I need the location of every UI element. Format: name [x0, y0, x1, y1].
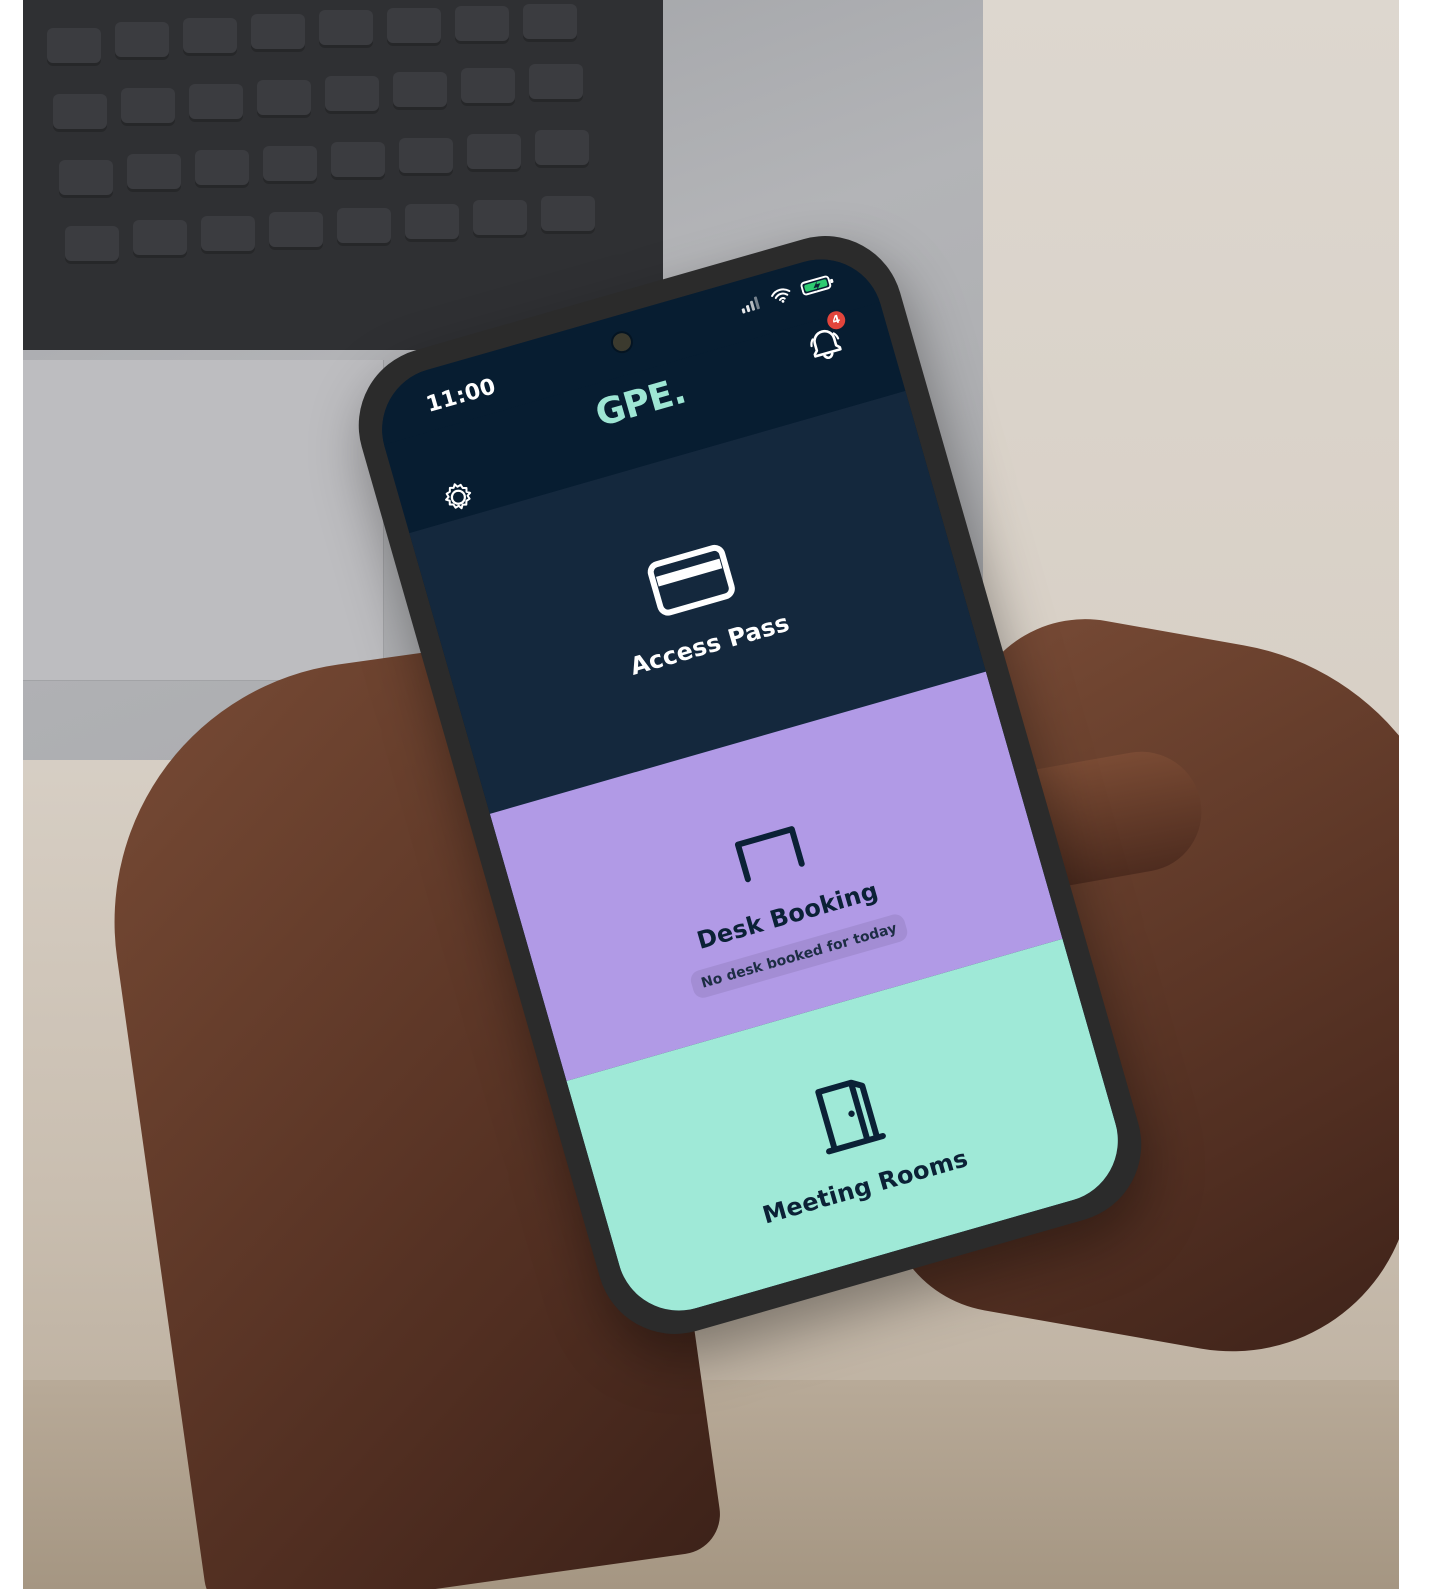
keyboard-key — [251, 14, 305, 52]
keyboard-key — [387, 8, 441, 46]
keyboard-key — [393, 72, 447, 110]
status-icons — [738, 273, 837, 315]
logo-text: GPE — [591, 374, 678, 436]
keyboard-key — [195, 150, 249, 188]
keyboard-key — [325, 76, 379, 114]
keyboard-key — [201, 216, 255, 254]
settings-button[interactable] — [437, 476, 479, 518]
keyboard-key — [127, 154, 181, 192]
keyboard-key — [541, 196, 595, 234]
keyboard-key — [399, 138, 453, 176]
laptop-keyboard — [23, 0, 663, 350]
keyboard-key — [183, 18, 237, 56]
wifi-icon — [768, 285, 794, 306]
keyboard-key — [263, 146, 317, 184]
keyboard-key — [189, 84, 243, 122]
keyboard-key — [319, 10, 373, 48]
keyboard-key — [47, 28, 101, 66]
laptop-trackpad — [23, 360, 384, 681]
status-time: 11:00 — [423, 374, 499, 418]
keyboard-key — [337, 208, 391, 246]
keyboard-key — [115, 22, 169, 60]
keyboard-key — [257, 80, 311, 118]
keyboard-key — [523, 4, 577, 42]
keyboard-key — [455, 6, 509, 44]
front-camera — [610, 331, 634, 354]
keyboard-key — [59, 160, 113, 198]
battery-icon — [799, 273, 836, 298]
keyboard-key — [467, 134, 521, 172]
keyboard-key — [535, 130, 589, 168]
keyboard-key — [133, 220, 187, 258]
keyboard-key — [331, 142, 385, 180]
keyboard-key — [461, 68, 515, 106]
keyboard-key — [473, 200, 527, 238]
signal-icon — [738, 294, 764, 315]
keyboard-key — [121, 88, 175, 126]
keyboard-key — [269, 212, 323, 250]
keyboard-key — [53, 94, 107, 132]
keyboard-key — [405, 204, 459, 242]
keyboard-key — [65, 226, 119, 264]
keyboard-key — [529, 64, 583, 102]
